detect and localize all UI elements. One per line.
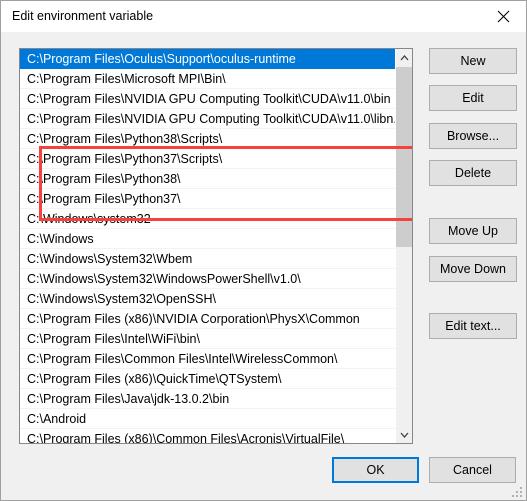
- list-item[interactable]: C:\Program Files\Common Files\Intel\Wire…: [20, 349, 396, 369]
- dialog-client-area: C:\Program Files\Oculus\Support\oculus-r…: [1, 32, 526, 500]
- ok-button[interactable]: OK: [332, 457, 419, 483]
- list-item[interactable]: C:\Program Files\Java\jdk-13.0.2\bin: [20, 389, 396, 409]
- list-item[interactable]: C:\Android: [20, 409, 396, 429]
- list-item[interactable]: C:\Windows\System32\OpenSSH\: [20, 289, 396, 309]
- list-item[interactable]: C:\Program Files\NVIDIA GPU Computing To…: [20, 109, 396, 129]
- scrollbar-thumb[interactable]: [396, 67, 412, 247]
- chevron-down-icon[interactable]: [396, 426, 412, 443]
- title-bar: Edit environment variable: [1, 1, 526, 32]
- edit-button[interactable]: Edit: [429, 85, 517, 111]
- edit-environment-variable-dialog: Edit environment variable C:\Program Fil…: [0, 0, 527, 501]
- list-item[interactable]: C:\Program Files\Python37\: [20, 189, 396, 209]
- list-item[interactable]: C:\Windows\System32\Wbem: [20, 249, 396, 269]
- list-item[interactable]: C:\Program Files (x86)\NVIDIA Corporatio…: [20, 309, 396, 329]
- list-item[interactable]: C:\Program Files\Microsoft MPI\Bin\: [20, 69, 396, 89]
- resize-grip-icon[interactable]: [511, 486, 523, 498]
- delete-button[interactable]: Delete: [429, 160, 517, 186]
- list-item[interactable]: C:\Program Files\Python38\: [20, 169, 396, 189]
- browse-button[interactable]: Browse...: [429, 123, 517, 149]
- list-item[interactable]: C:\Program Files\Oculus\Support\oculus-r…: [20, 49, 396, 69]
- list-item[interactable]: C:\Program Files (x86)\QuickTime\QTSyste…: [20, 369, 396, 389]
- move-down-button[interactable]: Move Down: [429, 256, 517, 282]
- list-item[interactable]: C:\Program Files\Python38\Scripts\: [20, 129, 396, 149]
- path-list-box[interactable]: C:\Program Files\Oculus\Support\oculus-r…: [19, 48, 413, 444]
- cancel-button[interactable]: Cancel: [429, 457, 516, 483]
- chevron-up-icon[interactable]: [396, 49, 412, 66]
- list-scrollbar[interactable]: [395, 49, 412, 443]
- new-button[interactable]: New: [429, 48, 517, 74]
- list-item[interactable]: C:\Program Files\Python37\Scripts\: [20, 149, 396, 169]
- window-title: Edit environment variable: [12, 9, 154, 23]
- list-item[interactable]: C:\Windows: [20, 229, 396, 249]
- list-item[interactable]: C:\Windows\System32\WindowsPowerShell\v1…: [20, 269, 396, 289]
- move-up-button[interactable]: Move Up: [429, 218, 517, 244]
- list-item[interactable]: C:\Program Files (x86)\Common Files\Acro…: [20, 429, 396, 443]
- list-item[interactable]: C:\Windows\system32: [20, 209, 396, 229]
- list-item[interactable]: C:\Program Files\Intel\WiFi\bin\: [20, 329, 396, 349]
- edit-text-button[interactable]: Edit text...: [429, 313, 517, 339]
- close-icon[interactable]: [480, 1, 526, 31]
- path-list-rows: C:\Program Files\Oculus\Support\oculus-r…: [20, 49, 396, 443]
- list-item[interactable]: C:\Program Files\NVIDIA GPU Computing To…: [20, 89, 396, 109]
